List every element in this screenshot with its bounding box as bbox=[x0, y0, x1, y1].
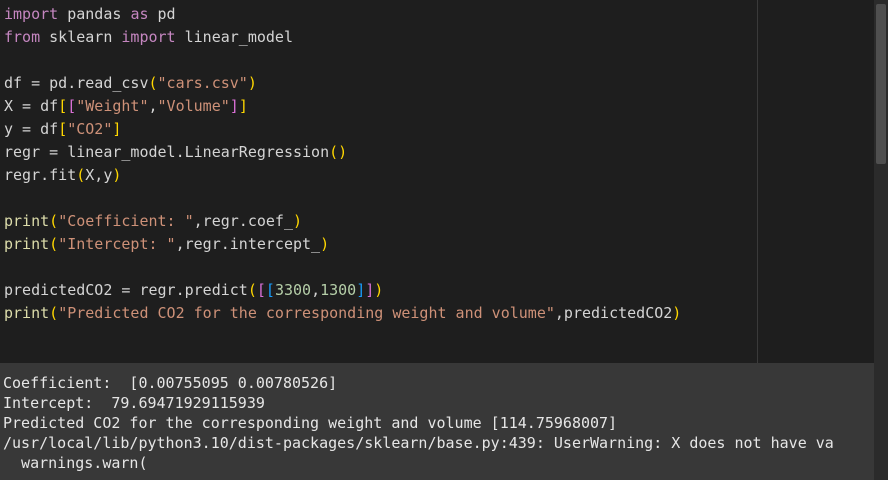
code-line[interactable]: y = df["CO2"] bbox=[4, 118, 681, 141]
code-token: import bbox=[4, 5, 59, 23]
code-token: ] bbox=[356, 281, 366, 299]
code-token: ) bbox=[247, 74, 257, 92]
code-token: X,y bbox=[85, 166, 113, 184]
code-token: [ bbox=[58, 97, 68, 115]
code-token: ) bbox=[293, 212, 303, 230]
code-token: "Volume" bbox=[157, 97, 230, 115]
notebook-cell: import pandas as pd from sklearn import l… bbox=[0, 0, 888, 480]
code-token: df = pd.read_csv bbox=[4, 74, 149, 92]
code-line[interactable]: X = df[["Weight","Volume"]] bbox=[4, 95, 681, 118]
code-token: predictedCO2 = regr.predict bbox=[4, 281, 248, 299]
code-line[interactable]: print("Coefficient: ",regr.coef_) bbox=[4, 210, 681, 233]
code-token: ) bbox=[320, 235, 330, 253]
code-token: ( bbox=[49, 212, 59, 230]
code-line[interactable]: from sklearn import linear_model bbox=[4, 26, 681, 49]
code-line[interactable]: print("Predicted CO2 for the correspondi… bbox=[4, 302, 681, 325]
code-token: ,regr.coef_ bbox=[193, 212, 293, 230]
code-token: "cars.csv" bbox=[157, 74, 248, 92]
code-token: ,predictedCO2 bbox=[554, 304, 673, 322]
code-token: [ bbox=[265, 281, 275, 299]
editor-ruler-line bbox=[757, 0, 758, 363]
code-token: , bbox=[148, 97, 158, 115]
code-token: "CO2" bbox=[67, 120, 113, 138]
code-token: "Intercept: " bbox=[58, 235, 176, 253]
code-line[interactable]: df = pd.read_csv("cars.csv") bbox=[4, 72, 681, 95]
code-token: ) bbox=[374, 281, 384, 299]
code-token: [ bbox=[67, 97, 77, 115]
code-token: 3300 bbox=[274, 281, 312, 299]
vertical-scrollbar[interactable] bbox=[874, 0, 888, 480]
code-token: X = df bbox=[4, 97, 59, 115]
code-token: ] bbox=[238, 97, 248, 115]
code-line[interactable]: regr.fit(X,y) bbox=[4, 164, 681, 187]
code-token: ( bbox=[49, 304, 59, 322]
code-token: print bbox=[4, 235, 50, 253]
code-token: ( bbox=[148, 74, 158, 92]
code-token: [ bbox=[58, 120, 68, 138]
code-line[interactable]: predictedCO2 = regr.predict([[3300,1300]… bbox=[4, 279, 681, 302]
code-token: from bbox=[4, 28, 41, 46]
code-token: y = df bbox=[4, 120, 59, 138]
output-line: Predicted CO2 for the corresponding weig… bbox=[3, 414, 618, 432]
scrollbar-thumb[interactable] bbox=[876, 4, 886, 164]
code-line[interactable]: import pandas as pd bbox=[4, 3, 681, 26]
code-token: linear_model bbox=[175, 28, 293, 46]
code-line[interactable]: regr = linear_model.LinearRegression() bbox=[4, 141, 681, 164]
code-token: ( bbox=[76, 166, 86, 184]
code-line[interactable] bbox=[4, 187, 681, 210]
code-block[interactable]: import pandas as pd from sklearn import l… bbox=[4, 3, 681, 325]
code-token: ] bbox=[229, 97, 239, 115]
code-line[interactable] bbox=[4, 49, 681, 72]
code-token: ] bbox=[365, 281, 375, 299]
code-token: "Coefficient: " bbox=[58, 212, 194, 230]
code-token: () bbox=[329, 143, 348, 161]
cell-output: Coefficient: [0.00755095 0.00780526] Inte… bbox=[0, 363, 874, 480]
code-token: [ bbox=[256, 281, 266, 299]
code-token: regr.fit bbox=[4, 166, 77, 184]
code-token: pandas bbox=[58, 5, 131, 23]
code-token: ) bbox=[672, 304, 682, 322]
code-token: sklearn bbox=[40, 28, 122, 46]
code-token: regr = linear_model.LinearRegression bbox=[4, 143, 330, 161]
code-token: ) bbox=[112, 166, 122, 184]
output-line: /usr/local/lib/python3.10/dist-packages/… bbox=[3, 434, 834, 452]
code-token: pd bbox=[148, 5, 176, 23]
code-token: import bbox=[121, 28, 176, 46]
code-token: ( bbox=[49, 235, 59, 253]
output-line: Coefficient: [0.00755095 0.00780526] bbox=[3, 374, 338, 392]
code-token: "Weight" bbox=[76, 97, 149, 115]
code-token: ,regr.intercept_ bbox=[175, 235, 321, 253]
code-line[interactable]: print("Intercept: ",regr.intercept_) bbox=[4, 233, 681, 256]
code-token: , bbox=[311, 281, 321, 299]
code-token: ] bbox=[112, 120, 122, 138]
code-line[interactable] bbox=[4, 256, 681, 279]
code-editor[interactable]: import pandas as pd from sklearn import l… bbox=[0, 0, 874, 363]
code-token: 1300 bbox=[320, 281, 357, 299]
code-token: print bbox=[4, 304, 50, 322]
output-line: warnings.warn( bbox=[3, 454, 148, 472]
output-line: Intercept: 79.69471929115939 bbox=[3, 394, 265, 412]
output-text: Coefficient: [0.00755095 0.00780526] Inte… bbox=[3, 373, 834, 473]
code-token: as bbox=[130, 5, 149, 23]
code-token: "Predicted CO2 for the corresponding wei… bbox=[58, 304, 555, 322]
code-token: print bbox=[4, 212, 50, 230]
code-token: ( bbox=[247, 281, 257, 299]
